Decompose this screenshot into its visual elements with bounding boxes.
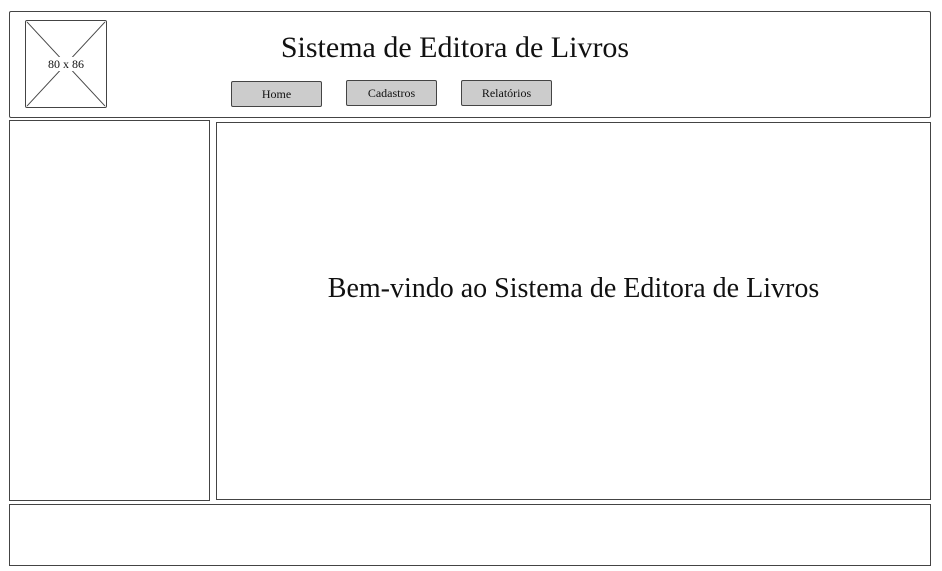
page-title: Sistema de Editora de Livros <box>280 31 630 64</box>
logo-size-label: 80 x 86 <box>47 57 85 71</box>
sidebar-panel <box>9 120 210 501</box>
nav-home-button[interactable]: Home <box>231 81 322 107</box>
nav-relatorios-button[interactable]: Relatórios <box>461 80 552 106</box>
nav-cadastros-button[interactable]: Cadastros <box>346 80 437 106</box>
logo-size-label-wrap: 80 x 86 <box>26 57 106 71</box>
footer-panel <box>9 504 931 566</box>
main-content-panel: Bem-vindo ao Sistema de Editora de Livro… <box>216 122 931 500</box>
logo-image-placeholder: 80 x 86 <box>25 20 107 108</box>
welcome-message: Bem-vindo ao Sistema de Editora de Livro… <box>327 273 820 304</box>
